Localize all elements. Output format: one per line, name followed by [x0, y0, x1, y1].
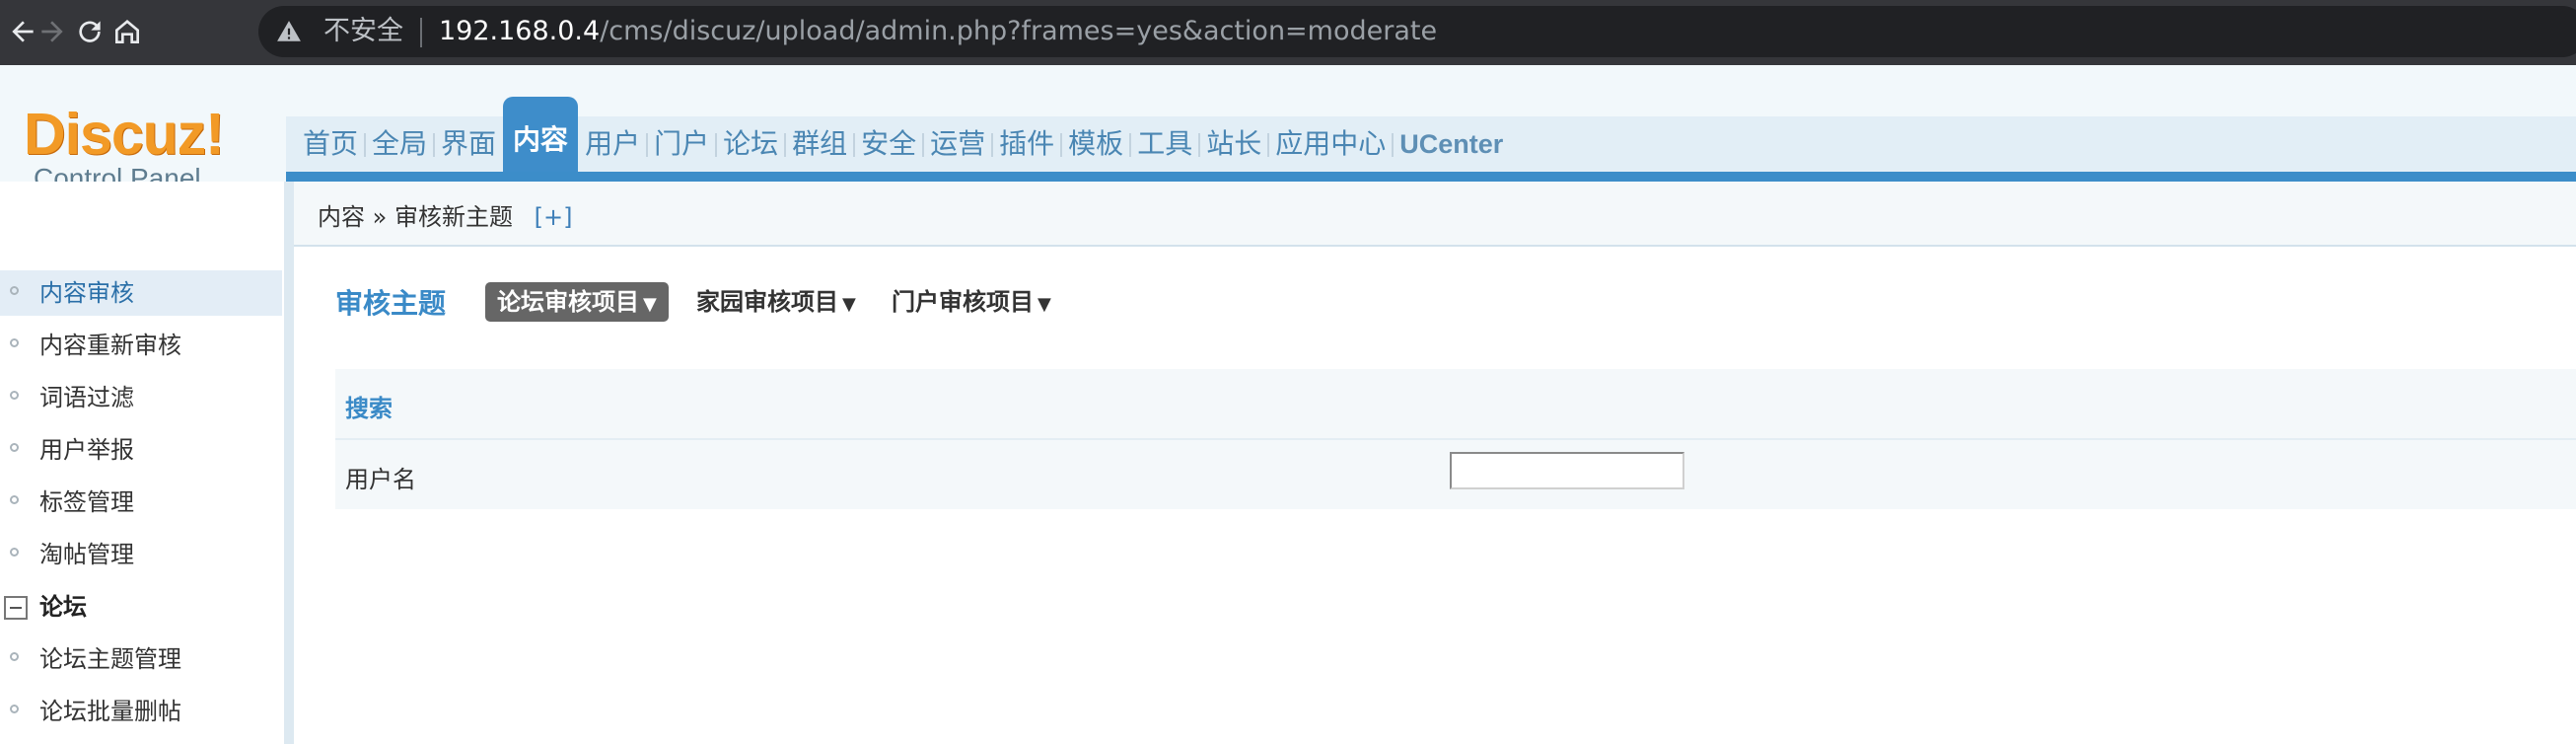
username-input[interactable]: [1450, 452, 1684, 489]
bullet-icon: [10, 495, 19, 504]
nav-underline: [286, 172, 2576, 182]
nav-global[interactable]: 全局: [364, 116, 434, 172]
tab-portal-moderation[interactable]: 门户审核项目 ▼: [880, 282, 1063, 322]
breadcrumb-bar: 内容 » 审核新主题 [+]: [294, 182, 2576, 247]
discuz-logo[interactable]: Discuz! Control Panel: [24, 105, 241, 193]
nav-templates[interactable]: 模板: [1060, 116, 1130, 172]
sidebar-item-label: 内容审核: [39, 279, 134, 307]
nav-content[interactable]: 内容: [503, 97, 579, 172]
bullet-icon: [10, 652, 19, 661]
sidebar-item-collections[interactable]: 淘帖管理: [0, 532, 282, 577]
collapse-icon[interactable]: [4, 596, 28, 620]
add-shortcut-button[interactable]: [+]: [535, 203, 573, 231]
browser-toolbar: 不安全 192.168.0.4/cms/discuz/upload/admin.…: [0, 0, 2576, 65]
sidebar-item-word-filter[interactable]: 词语过滤: [0, 375, 282, 420]
address-bar[interactable]: 不安全 192.168.0.4/cms/discuz/upload/admin.…: [258, 6, 2576, 57]
nav-portal[interactable]: 门户: [646, 116, 716, 172]
sidebar-item-label: 标签管理: [39, 488, 134, 516]
nav-operations[interactable]: 运营: [922, 116, 992, 172]
tab-label: 门户审核项目: [892, 288, 1034, 316]
search-panel: 搜索 用户名: [335, 369, 2576, 509]
breadcrumb-separator: »: [372, 203, 388, 231]
main-content: 审核主题 论坛审核项目 ▼ 家园审核项目 ▼ 门户审核项目 ▼ 搜索 用户名: [294, 247, 2576, 744]
nav-interface[interactable]: 界面: [433, 116, 503, 172]
sidebar-item-label: 淘帖管理: [39, 541, 134, 568]
top-navigation: 首页 全局 界面 内容 用户 门户 论坛 群组 安全 运营 插件 模板 工具 站…: [296, 97, 1510, 172]
dropdown-arrow-icon: ▼: [842, 294, 856, 315]
warning-icon[interactable]: [276, 19, 302, 44]
sidebar-item-reports[interactable]: 用户举报: [0, 427, 282, 473]
security-status[interactable]: 不安全: [323, 16, 403, 47]
sidebar-item-label: 论坛批量删帖: [39, 698, 181, 725]
admin-header: Discuz! Control Panel 首页 全局 界面 内容 用户 门户 …: [0, 65, 2576, 193]
tab-label: 论坛审核项目: [497, 288, 639, 316]
nav-app-center[interactable]: 应用中心: [1267, 116, 1393, 172]
nav-users[interactable]: 用户: [578, 116, 647, 172]
tab-forum-moderation[interactable]: 论坛审核项目 ▼: [485, 282, 669, 322]
logo-text: Discuz!: [24, 102, 225, 167]
breadcrumb-section[interactable]: 内容: [318, 203, 365, 231]
username-label: 用户名: [345, 466, 416, 493]
page-title: 审核主题: [335, 287, 447, 320]
nav-home[interactable]: 首页: [296, 116, 365, 172]
sidebar-item-batch-delete[interactable]: 论坛批量删帖: [0, 689, 282, 734]
tab-label: 家园审核项目: [696, 288, 838, 316]
nav-plugins[interactable]: 插件: [991, 116, 1061, 172]
nav-forum[interactable]: 论坛: [715, 116, 785, 172]
nav-webmaster[interactable]: 站长: [1198, 116, 1268, 172]
sidebar-item-label: 用户举报: [39, 436, 134, 464]
sidebar: 内容审核 内容重新审核 词语过滤 用户举报 标签管理 淘帖管理 论坛 论坛主题管…: [0, 182, 286, 744]
sidebar-item-label: 内容重新审核: [39, 332, 181, 359]
sidebar-item-moderate[interactable]: 内容审核: [0, 270, 282, 316]
sidebar-divider: [284, 182, 294, 744]
bullet-icon: [10, 286, 19, 295]
tab-home-moderation[interactable]: 家园审核项目 ▼: [684, 282, 868, 322]
bullet-icon: [10, 391, 19, 400]
sidebar-item-tags[interactable]: 标签管理: [0, 480, 282, 525]
bullet-icon: [10, 443, 19, 452]
nav-tools[interactable]: 工具: [1129, 116, 1199, 172]
url-text[interactable]: 192.168.0.4/cms/discuz/upload/admin.php?…: [439, 16, 1437, 47]
nav-security[interactable]: 安全: [853, 116, 923, 172]
url-host: 192.168.0.4: [439, 16, 601, 46]
dropdown-arrow-icon: ▼: [1038, 294, 1051, 315]
search-heading: 搜索: [345, 395, 393, 422]
dropdown-arrow-icon: ▼: [643, 294, 657, 315]
breadcrumb-page: 审核新主题: [394, 203, 513, 231]
search-panel-header: 搜索: [335, 369, 2576, 440]
home-icon[interactable]: [105, 9, 150, 54]
nav-ucenter[interactable]: UCenter: [1392, 116, 1510, 172]
bullet-icon: [10, 705, 19, 713]
sidebar-item-thread-manage[interactable]: 论坛主题管理: [0, 636, 282, 682]
nav-groups[interactable]: 群组: [784, 116, 854, 172]
sidebar-item-label: 论坛主题管理: [39, 645, 181, 673]
sidebar-item-label: 词语过滤: [39, 384, 134, 411]
sidebar-group-label: 论坛: [39, 593, 87, 621]
address-divider: [420, 18, 422, 47]
bullet-icon: [10, 338, 19, 347]
breadcrumb: 内容 » 审核新主题 [+]: [318, 197, 572, 232]
sidebar-group-forum[interactable]: 论坛: [0, 584, 282, 630]
url-path: /cms/discuz/upload/admin.php?frames=yes&…: [600, 16, 1438, 46]
bullet-icon: [10, 548, 19, 557]
sidebar-item-remoderate[interactable]: 内容重新审核: [0, 323, 282, 368]
